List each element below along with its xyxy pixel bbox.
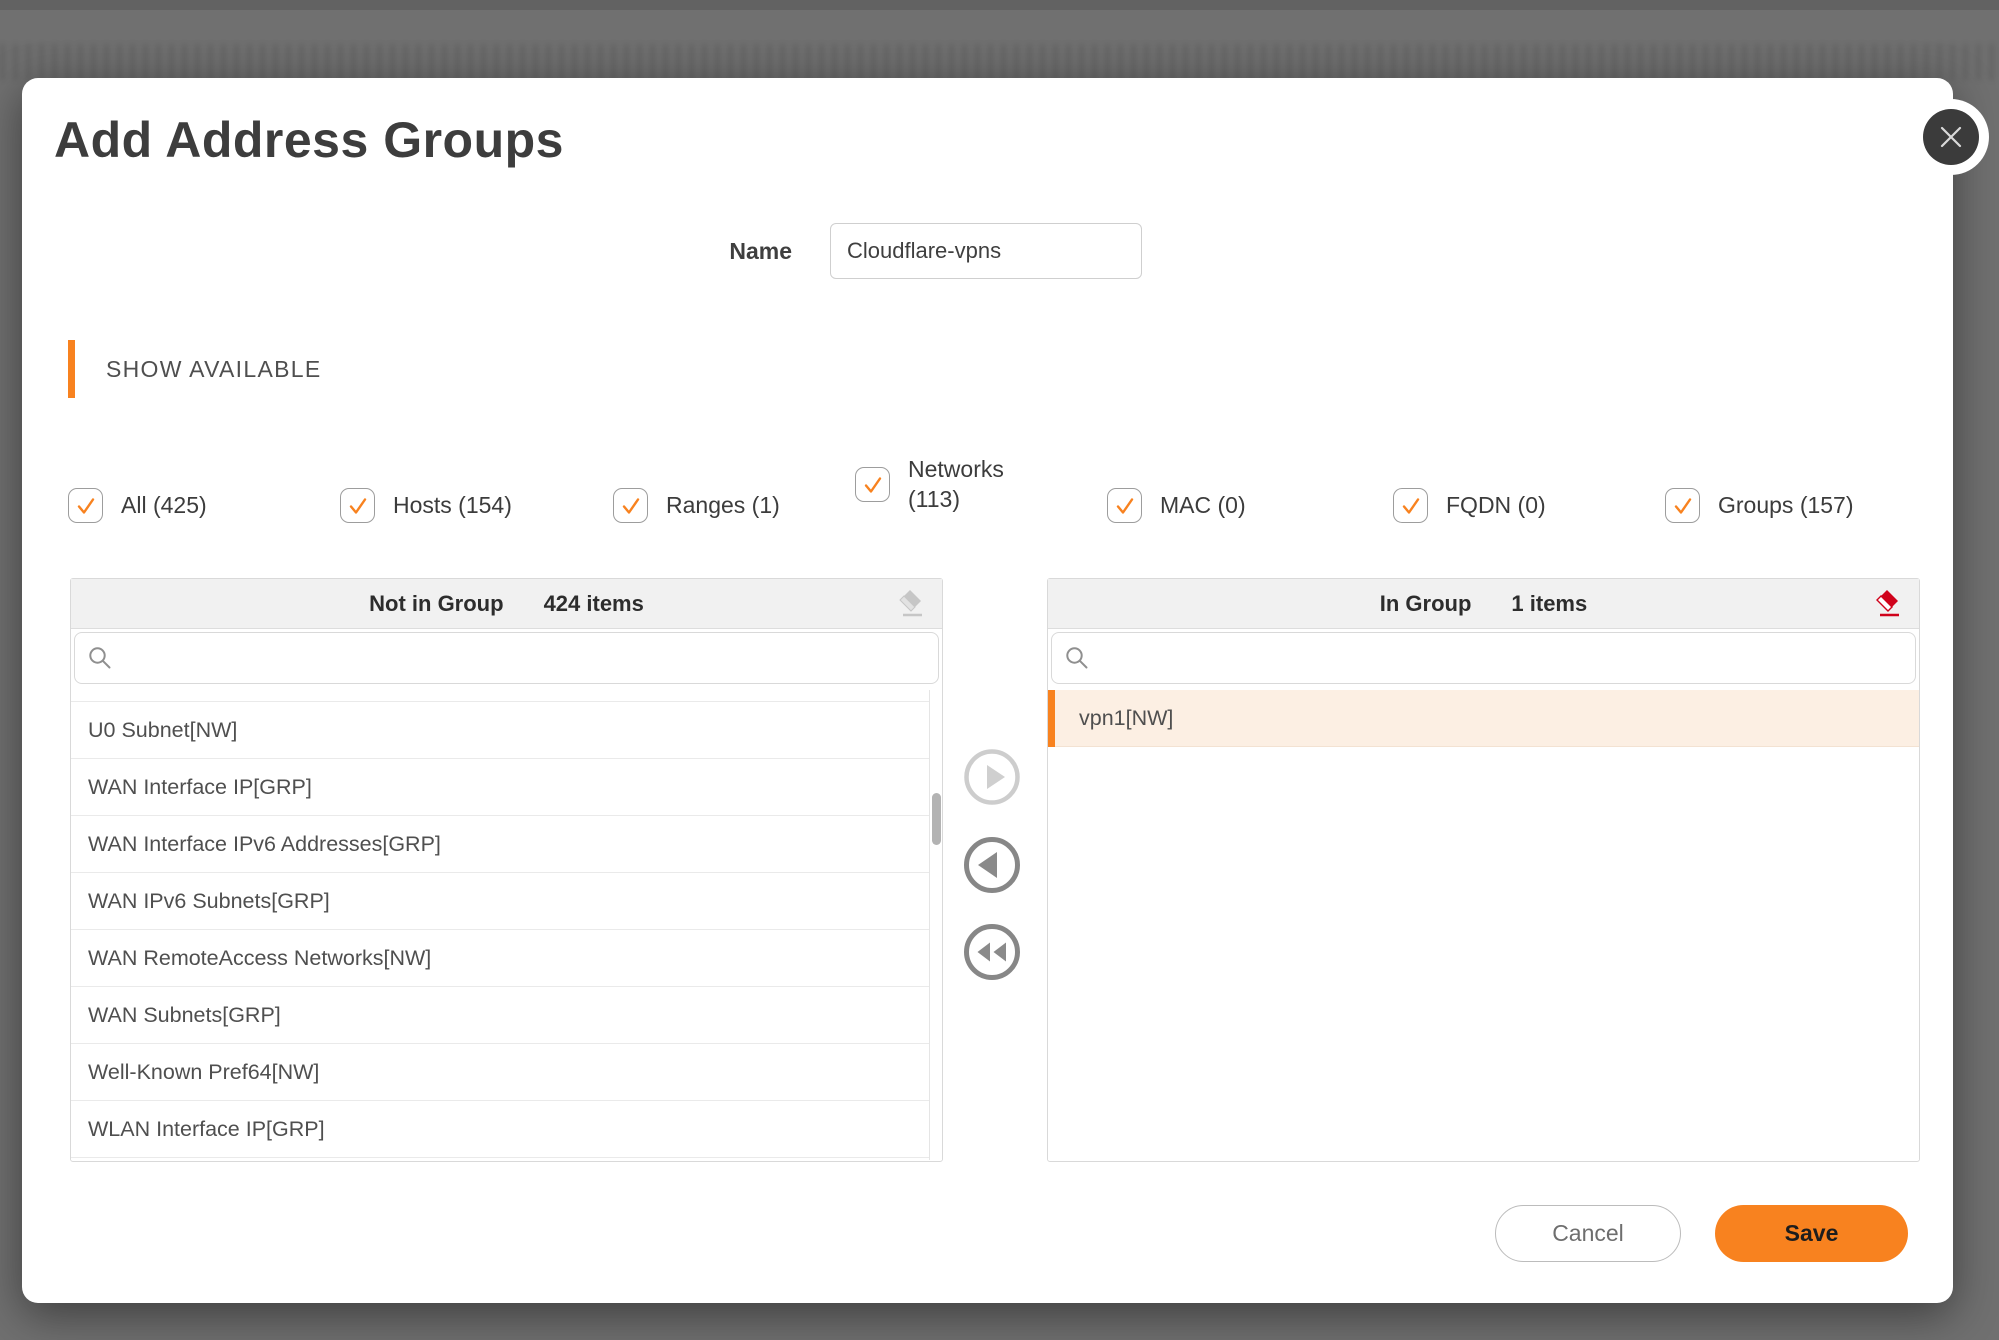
list-item[interactable]: WAN Interface IP[GRP] — [71, 759, 942, 816]
filter-fqdn: FQDN (0) — [1393, 488, 1546, 523]
list-item[interactable]: WAN RemoteAccess Networks[NW] — [71, 930, 942, 987]
checkmark-icon — [1671, 494, 1695, 518]
name-input[interactable] — [830, 223, 1142, 279]
selected-item-label: vpn1[NW] — [1055, 706, 1173, 731]
filter-mac: MAC (0) — [1107, 488, 1246, 523]
filter-label: Hosts (154) — [393, 491, 512, 521]
panel-title: Not in Group — [369, 591, 503, 617]
list-item[interactable]: WAN Subnets[GRP] — [71, 987, 942, 1044]
background-overlay-top — [0, 0, 1999, 10]
checkmark-icon — [346, 494, 370, 518]
panel-item-count: 424 items — [544, 591, 644, 617]
list-item-partial — [71, 690, 942, 702]
remove-all-from-group-button[interactable] — [963, 923, 1021, 981]
selected-accent-bar — [1048, 690, 1055, 747]
checkbox-networks[interactable] — [855, 467, 890, 502]
filter-label: MAC (0) — [1160, 491, 1246, 521]
checkbox-hosts[interactable] — [340, 488, 375, 523]
remove-from-group-button[interactable] — [963, 836, 1021, 894]
not-in-group-header: Not in Group 424 items — [71, 579, 942, 629]
show-available-heading: SHOW AVAILABLE — [106, 340, 321, 398]
filter-all: All (425) — [68, 488, 207, 523]
filter-label: FQDN (0) — [1446, 491, 1546, 521]
search-icon — [1064, 645, 1091, 672]
checkmark-icon — [74, 494, 98, 518]
double-arrow-left-circle-icon — [963, 923, 1021, 981]
scrollbar-track[interactable] — [929, 690, 942, 1160]
checkbox-mac[interactable] — [1107, 488, 1142, 523]
list-item[interactable]: WAN Interface IPv6 Addresses[GRP] — [71, 816, 942, 873]
filter-groups: Groups (157) — [1665, 488, 1854, 523]
not-in-group-list: U0 Subnet[NW] WAN Interface IP[GRP] WAN … — [71, 690, 942, 1160]
close-icon — [1938, 124, 1964, 150]
checkmark-icon — [861, 473, 885, 497]
in-group-panel: In Group 1 items vpn1[NW] — [1047, 578, 1920, 1162]
page-title: Add Address Groups — [54, 110, 564, 170]
arrow-left-circle-icon — [963, 836, 1021, 894]
save-button[interactable]: Save — [1715, 1205, 1908, 1262]
not-in-group-panel: Not in Group 424 items U0 Subnet[NW] WAN… — [70, 578, 943, 1162]
close-button[interactable] — [1923, 109, 1979, 165]
in-group-search-input[interactable] — [1101, 633, 1903, 683]
section-accent-bar — [68, 340, 75, 398]
in-group-list: vpn1[NW] — [1048, 690, 1919, 1160]
filter-label: Networks (113) — [908, 455, 1020, 515]
checkmark-icon — [1113, 494, 1137, 518]
clear-left-list-button[interactable] — [898, 588, 928, 620]
name-field-label: Name — [582, 223, 792, 279]
move-to-group-button[interactable] — [963, 748, 1021, 806]
cancel-button-label: Cancel — [1552, 1220, 1624, 1247]
search-icon — [87, 645, 114, 672]
filter-hosts: Hosts (154) — [340, 488, 512, 523]
add-address-groups-dialog: Add Address Groups Name SHOW AVAILABLE A… — [22, 78, 1953, 1303]
filter-label: All (425) — [121, 491, 207, 521]
clear-in-group-list-button[interactable] — [1875, 588, 1905, 620]
cancel-button[interactable]: Cancel — [1495, 1205, 1681, 1262]
list-item[interactable]: U0 Subnet[NW] — [71, 702, 942, 759]
panel-title: In Group — [1380, 591, 1472, 617]
checkbox-fqdn[interactable] — [1393, 488, 1428, 523]
save-button-label: Save — [1785, 1220, 1839, 1247]
not-in-group-search-input[interactable] — [124, 633, 926, 683]
list-item-selected[interactable]: vpn1[NW] — [1048, 690, 1919, 747]
eraser-red-icon — [1875, 588, 1903, 618]
list-item[interactable]: Well-Known Pref64[NW] — [71, 1044, 942, 1101]
eraser-icon — [898, 588, 926, 618]
filter-label: Ranges (1) — [666, 491, 780, 521]
filter-label: Groups (157) — [1718, 491, 1854, 521]
checkbox-all[interactable] — [68, 488, 103, 523]
list-item[interactable]: WAN IPv6 Subnets[GRP] — [71, 873, 942, 930]
filter-ranges: Ranges (1) — [613, 488, 780, 523]
checkbox-ranges[interactable] — [613, 488, 648, 523]
checkbox-groups[interactable] — [1665, 488, 1700, 523]
list-item[interactable]: WLAN Interface IP[GRP] — [71, 1101, 942, 1158]
filter-networks: Networks (113) — [855, 455, 1020, 515]
checkmark-icon — [619, 494, 643, 518]
not-in-group-searchbox — [74, 632, 939, 684]
arrow-right-circle-icon — [963, 748, 1021, 806]
checkmark-icon — [1399, 494, 1423, 518]
scrollbar-thumb[interactable] — [932, 793, 941, 845]
panel-item-count: 1 items — [1511, 591, 1587, 617]
in-group-header: In Group 1 items — [1048, 579, 1919, 629]
background-blurred-content — [0, 44, 1999, 80]
in-group-searchbox — [1051, 632, 1916, 684]
